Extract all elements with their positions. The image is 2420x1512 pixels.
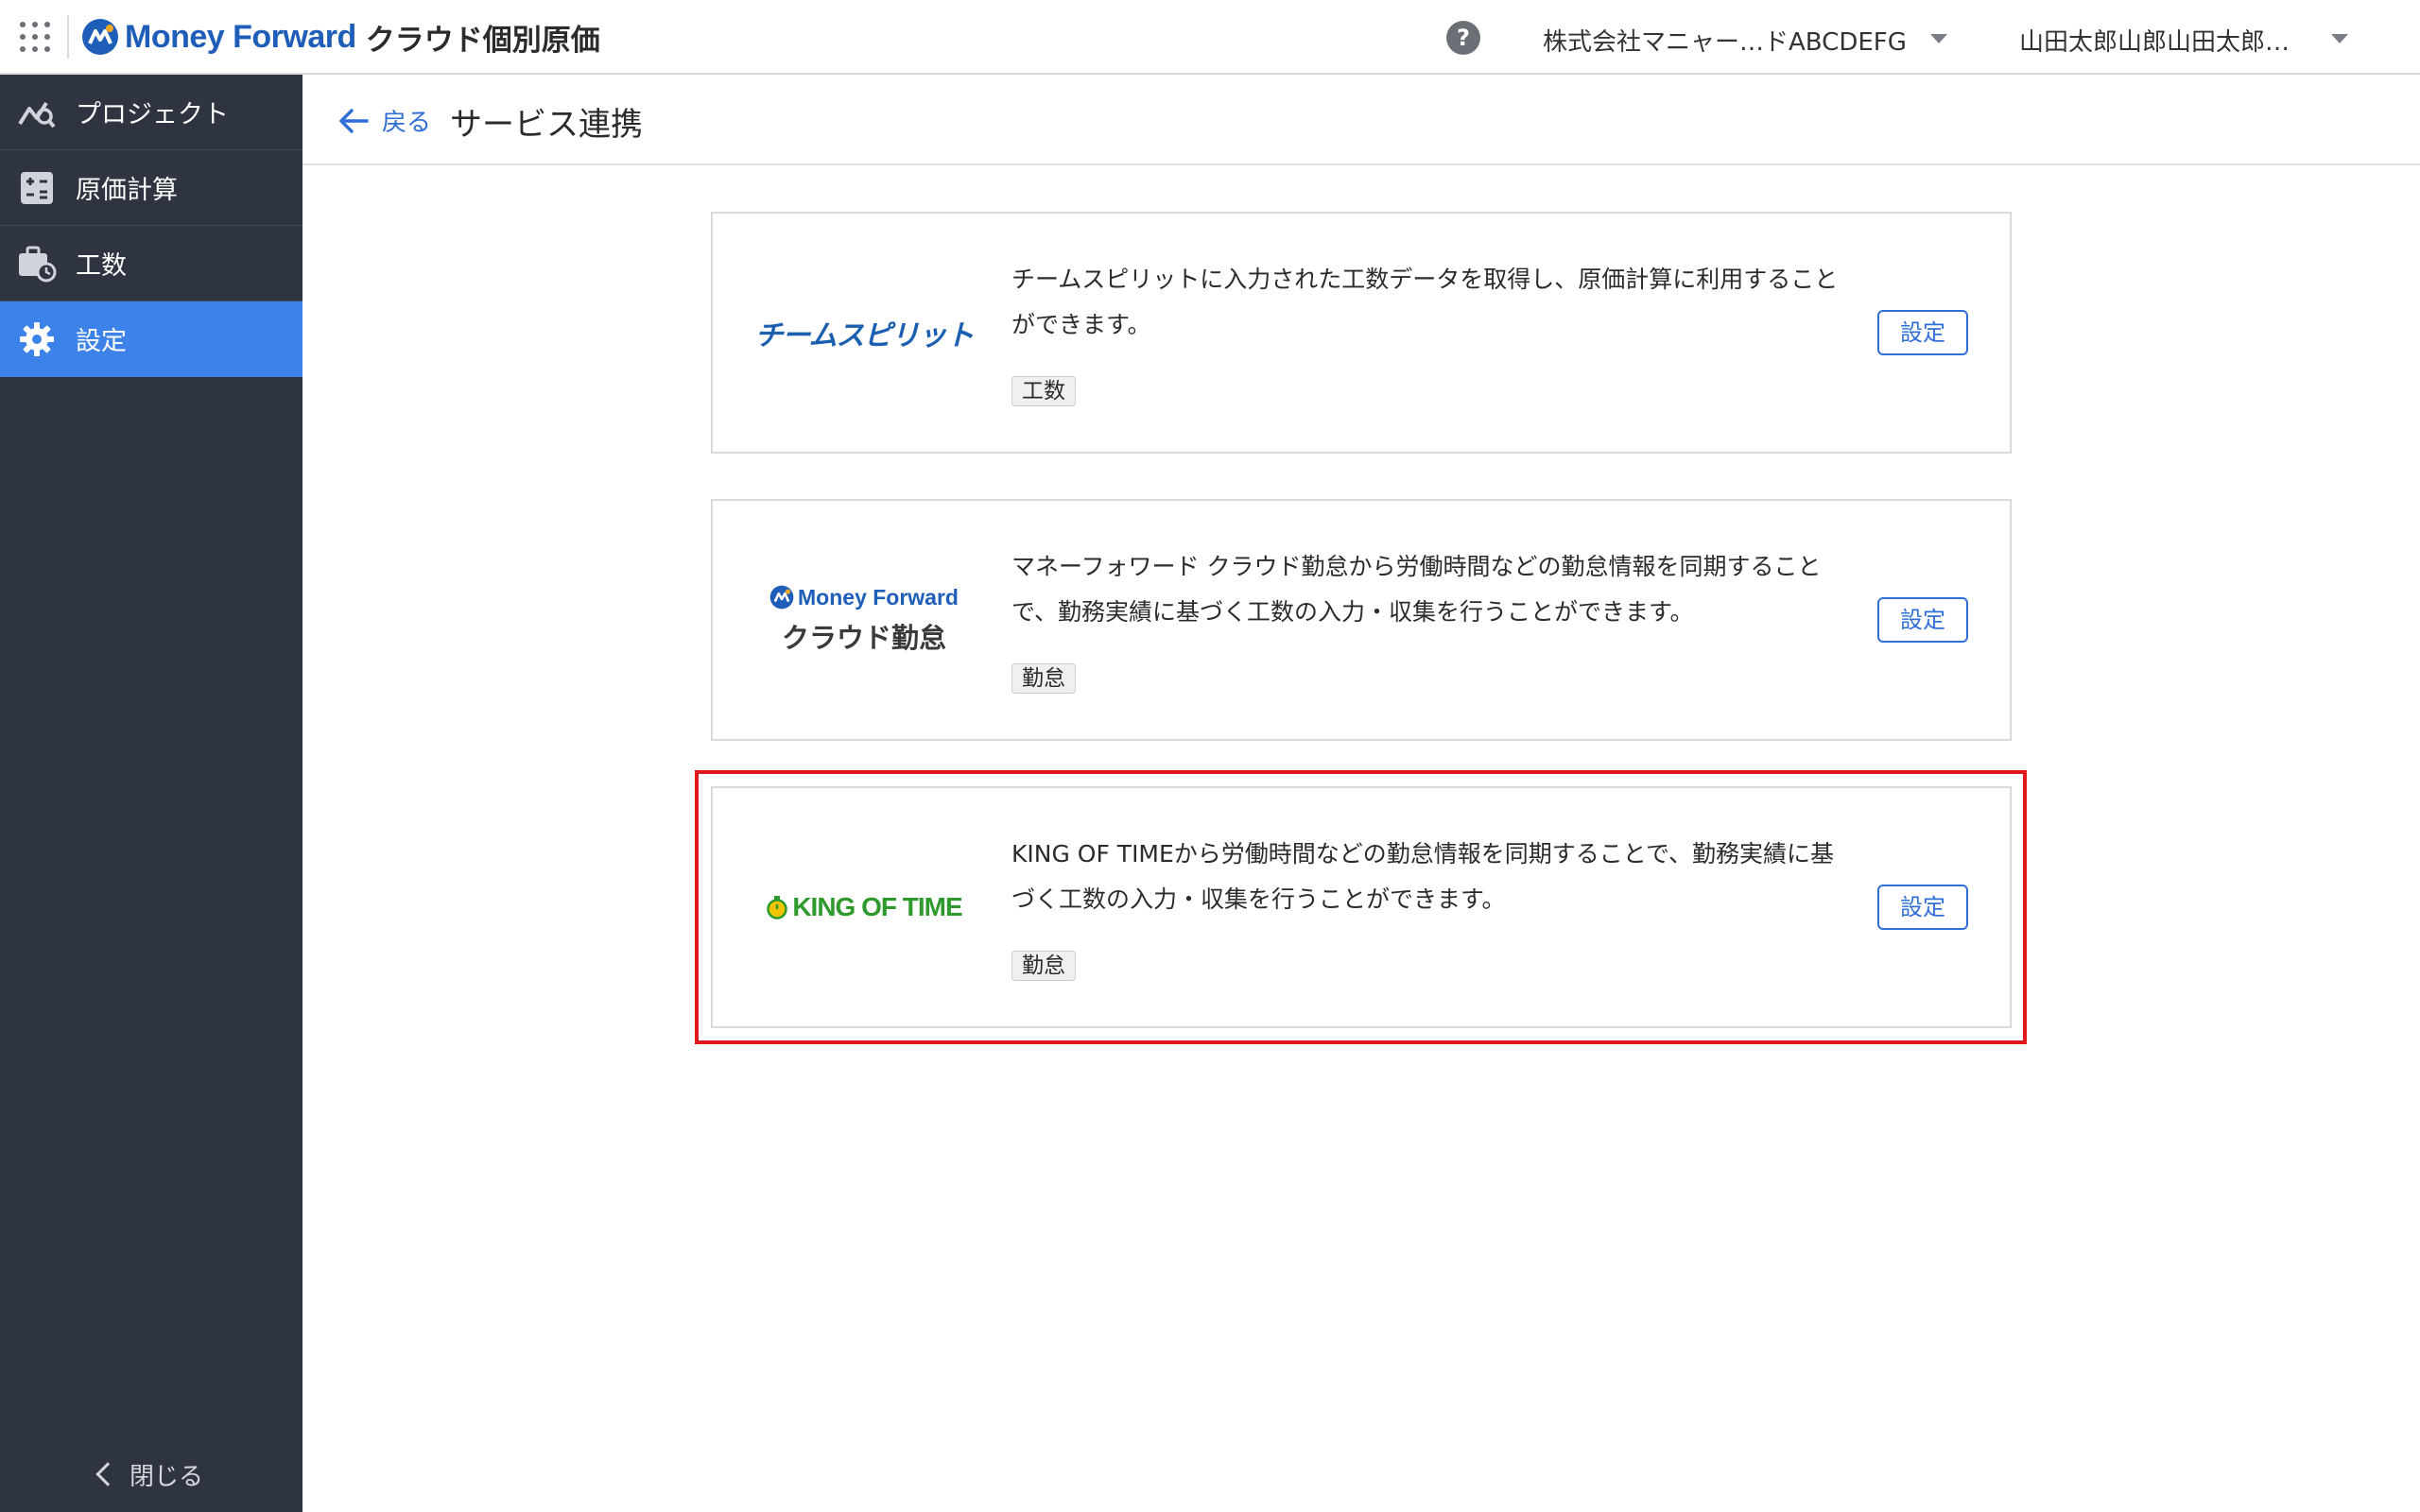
mf-logo-brand: Money Forward [798, 584, 959, 610]
settings-button[interactable]: 設定 [1877, 310, 1968, 355]
mf-kintai-logo: Money Forward クラウド勤怠 [713, 501, 1015, 739]
sidebar-item-cost-calculation[interactable]: 原価計算 [0, 150, 302, 226]
sidebar-close-label: 閉じる [129, 1462, 203, 1491]
king-of-time-logo: KING OF TIME [713, 788, 1015, 1026]
page-title: サービス連携 [450, 106, 643, 144]
king-of-time-logo-text: KING OF TIME [792, 892, 962, 921]
stopwatch-icon [767, 896, 788, 919]
sidebar-item-project[interactable]: プロジェクト [0, 75, 302, 150]
calculator-icon [17, 168, 57, 208]
project-chart-icon [17, 93, 57, 132]
mf-logo-product: クラウド勤怠 [781, 621, 946, 654]
money-forward-logo-icon [82, 19, 118, 55]
service-card-king-of-time: KING OF TIME KING OF TIMEから労働時間などの勤怠情報を同… [711, 786, 2012, 1028]
app-grid-icon[interactable] [17, 19, 53, 55]
money-forward-logo-icon [769, 585, 794, 610]
product-logo[interactable]: Money Forward クラウド個別原価 [81, 15, 600, 59]
back-button[interactable]: 戻る [337, 103, 431, 138]
sidebar-item-label: プロジェクト [76, 100, 229, 129]
service-description: マネーフォワード クラウド勤怠から労働時間などの勤怠情報を同期することで、勤務実… [1011, 553, 1822, 626]
service-card-teamspirit: チームスピリット チームスピリットに入力された工数データを取得し、原価計算に利用… [711, 212, 2012, 454]
teamspirit-logo: チームスピリット [713, 214, 1015, 452]
teamspirit-logo-text: チームスピリット [754, 320, 974, 352]
gear-icon [17, 319, 57, 359]
service-card-mf-kintai: Money Forward クラウド勤怠 マネーフォワード クラウド勤怠から労働… [711, 499, 2012, 741]
settings-button[interactable]: 設定 [1877, 597, 1968, 643]
brand-name: Money Forward [125, 18, 356, 55]
sidebar-item-settings[interactable]: 設定 [0, 301, 302, 377]
chevron-left-icon [95, 1462, 120, 1486]
sidebar-close-button[interactable]: 閉じる [0, 1436, 302, 1512]
help-icon[interactable]: ? [1446, 21, 1480, 55]
user-menu[interactable]: 山田太郎山郎山田太郎… [2019, 23, 2290, 58]
sidebar-item-label: 工数 [76, 251, 127, 281]
sidebar: プロジェクト 原価計算 工数 設定 閉じる [0, 75, 302, 1512]
page-header: 戻る サービス連携 [302, 75, 2420, 165]
briefcase-clock-icon [17, 244, 57, 284]
service-tag: 勤怠 [1011, 951, 1076, 981]
top-header: Money Forward クラウド個別原価 ? 株式会社マニャー…ドABCDE… [0, 0, 2420, 75]
company-dropdown-icon[interactable] [1930, 34, 1947, 43]
sidebar-item-label: 原価計算 [76, 176, 178, 205]
user-dropdown-icon[interactable] [2331, 34, 2348, 43]
company-selector[interactable]: 株式会社マニャー…ドABCDEFG [1543, 23, 1907, 58]
settings-button[interactable]: 設定 [1877, 885, 1968, 930]
header-divider [67, 15, 69, 59]
service-tag: 工数 [1011, 376, 1076, 406]
service-tag: 勤怠 [1011, 663, 1076, 694]
product-name: クラウド個別原価 [365, 23, 600, 58]
sidebar-item-man-hours[interactable]: 工数 [0, 226, 302, 301]
sidebar-item-label: 設定 [76, 327, 127, 356]
service-description: チームスピリットに入力された工数データを取得し、原価計算に利用することができます… [1011, 266, 1839, 338]
arrow-left-icon [339, 108, 369, 133]
back-label: 戻る [382, 109, 432, 137]
service-description: KING OF TIMEから労働時間などの勤怠情報を同期することで、勤務実績に基… [1011, 840, 1835, 913]
